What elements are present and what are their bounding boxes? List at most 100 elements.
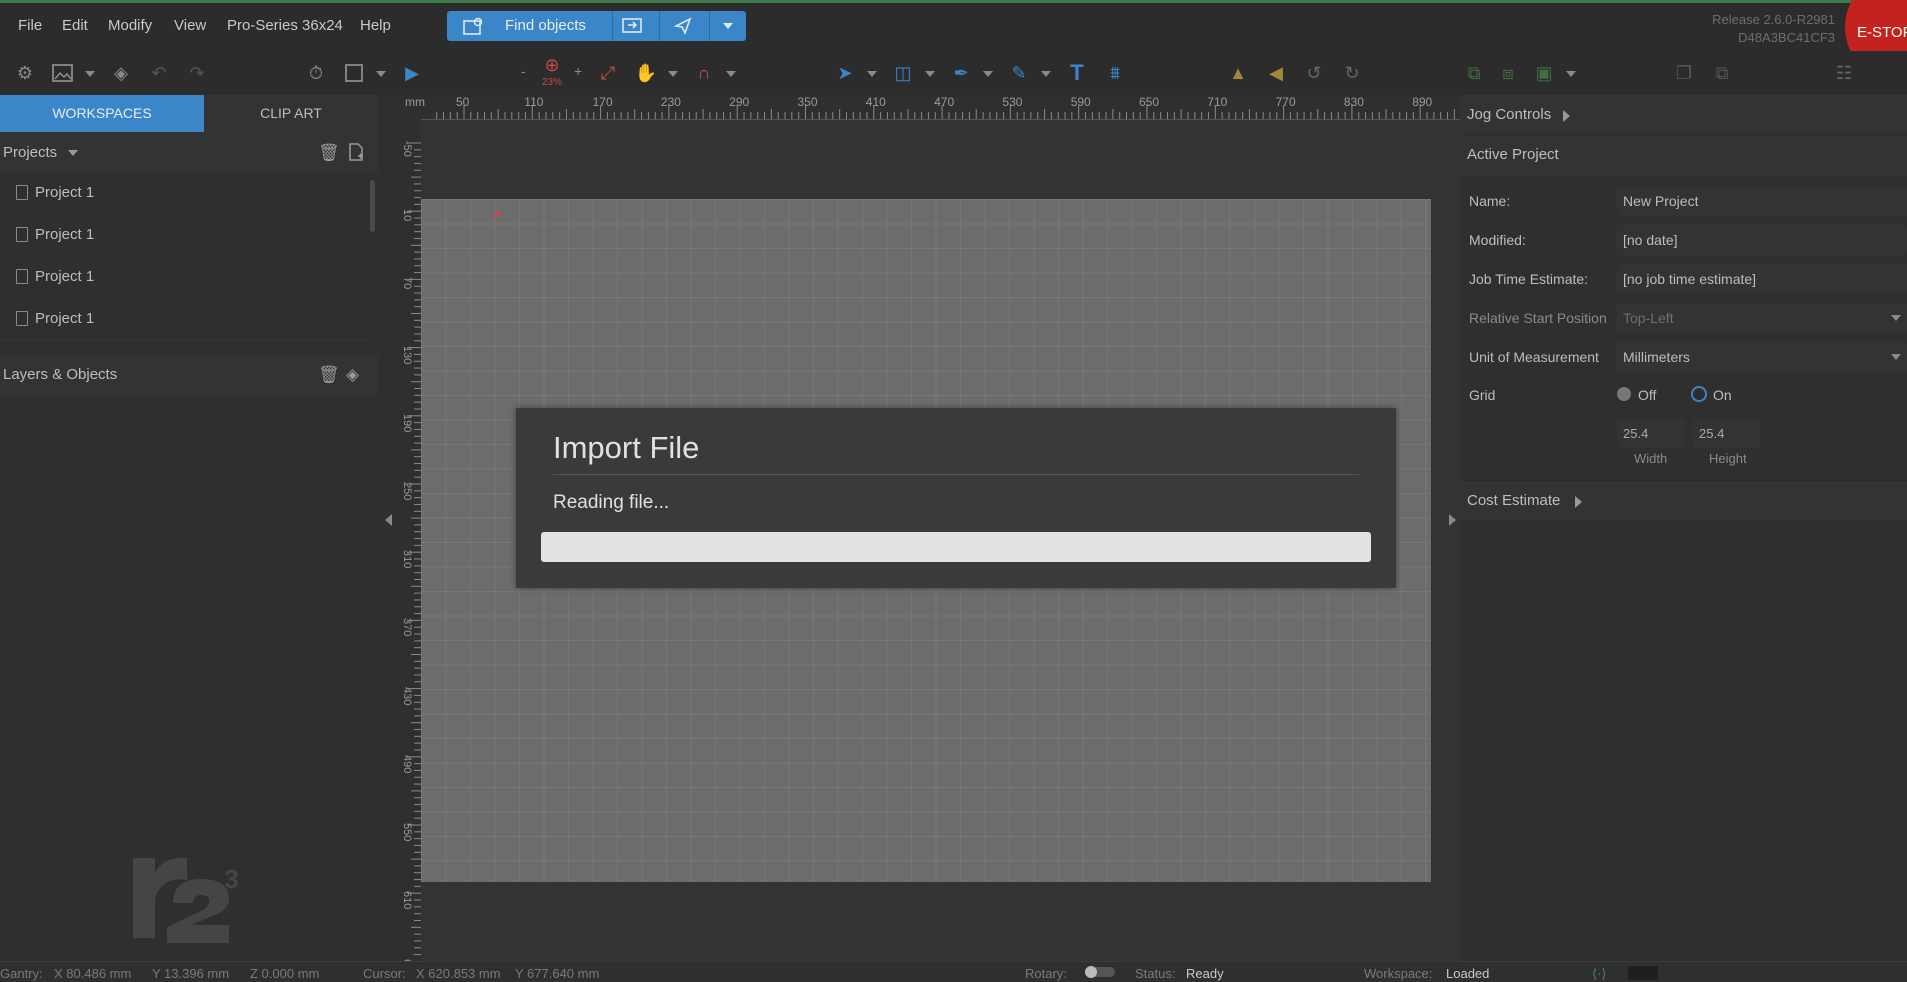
zoom-in-button[interactable]: + [574, 63, 582, 79]
arrange-icon[interactable]: ❐ [1672, 61, 1696, 85]
projects-title[interactable]: Projects [3, 144, 57, 161]
grid-width-input[interactable]: 25.4 [1617, 418, 1685, 448]
panel-toggle-icon[interactable]: ☷ [1832, 61, 1856, 85]
rotary-toggle[interactable] [1085, 966, 1115, 978]
send-icon[interactable] [673, 17, 692, 38]
name-field[interactable]: New Project [1617, 186, 1907, 216]
image-search-icon[interactable] [463, 17, 485, 38]
trace-icon[interactable]: ⩩ [1103, 61, 1127, 85]
rotate-right-icon[interactable]: ↻ [1340, 61, 1364, 85]
fit-expand-icon[interactable]: ⤢ [596, 61, 620, 85]
menu-modify[interactable]: Modify [108, 17, 152, 34]
combine-dropdown-icon[interactable] [1566, 71, 1576, 77]
mirror-icon[interactable]: ◀ [1264, 61, 1288, 85]
swap-icon[interactable] [622, 17, 644, 38]
shapes-icon[interactable]: ◫ [891, 61, 915, 85]
modified-value: [no date] [1623, 232, 1678, 248]
ungroup-icon[interactable]: ⧈ [1496, 61, 1520, 85]
pen-dropdown-icon[interactable] [983, 71, 993, 77]
select-dropdown-icon[interactable] [867, 71, 877, 77]
ruler-left-label: 490 [401, 754, 413, 774]
project-item[interactable]: Project 1 [0, 298, 370, 341]
active-project-title: Active Project [1467, 146, 1559, 163]
collapse-right-icon[interactable] [1449, 514, 1456, 526]
zoom-out-button[interactable]: - [521, 63, 526, 79]
start-position-value: Top-Left [1623, 310, 1674, 326]
menu-edit[interactable]: Edit [62, 17, 88, 34]
jog-controls-header[interactable]: Jog Controls [1461, 95, 1907, 135]
gantry-x: X 80.486 mm [54, 966, 132, 981]
shapes-dropdown-icon[interactable] [925, 71, 935, 77]
projects-scrollbar[interactable] [370, 180, 375, 232]
rotate-left-icon[interactable]: ↺ [1302, 61, 1326, 85]
file-icon [16, 311, 28, 326]
projects-dropdown-icon[interactable] [68, 150, 78, 156]
chevron-down-icon [1891, 354, 1901, 360]
cost-estimate-header[interactable]: Cost Estimate [1461, 480, 1907, 521]
run-play-icon[interactable]: ▶ [400, 61, 424, 85]
image-icon[interactable] [51, 61, 75, 85]
undo-icon[interactable]: ↶ [147, 61, 171, 85]
ruler-top-label: 170 [592, 95, 613, 109]
job-time-value: [no job time estimate] [1623, 271, 1757, 287]
tab-workspaces[interactable]: WORKSPACES [0, 95, 204, 132]
new-file-icon[interactable] [348, 143, 364, 164]
grid-off-radio[interactable] [1617, 387, 1631, 401]
release-info: Release 2.6.0-R2981 D48A3BC41CF3 [1712, 11, 1835, 47]
combine-icon[interactable]: ▣ [1532, 61, 1556, 85]
unit-label: Unit of Measurement [1469, 349, 1599, 365]
expand-right-icon[interactable] [1563, 110, 1570, 122]
magnet-dropdown-icon[interactable] [726, 71, 736, 77]
ruler-top-label: 230 [660, 95, 681, 109]
collapse-left-icon[interactable] [385, 514, 392, 526]
project-item[interactable]: Project 1 [0, 172, 370, 215]
trash-icon[interactable]: 🗑 [318, 143, 340, 163]
grid-height-label: Height [1709, 451, 1747, 466]
gantry-y: Y 13.396 mm [152, 966, 230, 981]
redo-icon[interactable]: ↷ [185, 61, 209, 85]
pan-dropdown-icon[interactable] [668, 71, 678, 77]
select-pointer-icon[interactable]: ➤ [833, 61, 857, 85]
group-icon[interactable]: ⧉ [1462, 61, 1486, 85]
image-dropdown-icon[interactable] [85, 71, 95, 77]
pencil-dropdown-icon[interactable] [1041, 71, 1051, 77]
layers-header: Layers & Objects 🗑 ◈ [0, 355, 378, 395]
grid-on-radio[interactable] [1691, 386, 1707, 402]
menu-view[interactable]: View [174, 17, 206, 34]
menu-machine[interactable]: Pro-Series 36x24 [227, 17, 343, 34]
grid-width-label: Width [1634, 451, 1668, 466]
connection-icon[interactable]: ⟨·⟩ [1592, 966, 1606, 982]
pencil-icon[interactable]: ✎ [1007, 61, 1031, 85]
start-position-select[interactable]: Top-Left [1617, 303, 1907, 333]
timer-icon[interactable]: ⏱ [304, 61, 328, 85]
settings-gear-icon[interactable]: ⚙ [13, 61, 37, 85]
menu-bar: File Edit Modify View Pro-Series 36x24 H… [0, 3, 1907, 51]
expand-right-icon[interactable] [1575, 496, 1582, 508]
find-dropdown-icon[interactable] [723, 23, 733, 29]
add-layer-icon[interactable]: ◈ [346, 365, 359, 385]
ruler-top: mm 50 110 170 230 290 350 410 470 530 590 650 710 77… [400, 95, 1460, 120]
project-name: Project 1 [35, 310, 95, 327]
align-icon[interactable]: ⧉ [1710, 61, 1734, 85]
project-item[interactable]: Project 1 [0, 214, 370, 257]
pan-hand-icon[interactable]: ✋ [634, 61, 658, 85]
magnet-icon[interactable]: ∩ [692, 61, 716, 85]
grid-height-input[interactable]: 25.4 [1693, 418, 1761, 448]
menu-file[interactable]: File [18, 17, 42, 34]
text-tool-icon[interactable]: T [1065, 60, 1089, 85]
warning-icon[interactable]: ▲ [1226, 61, 1250, 85]
pen-icon[interactable]: ✒ [949, 61, 973, 85]
unit-select[interactable]: Millimeters [1617, 342, 1907, 372]
bounding-box-icon[interactable] [342, 61, 366, 85]
grid-off-label: Off [1638, 387, 1657, 403]
project-item[interactable]: Project 1 [0, 256, 370, 299]
menu-help[interactable]: Help [360, 17, 391, 34]
chevron-down-icon [1891, 315, 1901, 321]
ruler-top-label: 110 [524, 95, 544, 109]
tab-clip-art[interactable]: CLIP ART [204, 95, 378, 132]
find-objects-bar[interactable]: Find objects [447, 11, 746, 41]
bounding-dropdown-icon[interactable] [376, 71, 386, 77]
trash-icon[interactable]: 🗑 [318, 365, 340, 385]
zoom-icon[interactable]: ⊕ [540, 53, 564, 77]
layers-icon[interactable]: ◈ [109, 61, 133, 85]
